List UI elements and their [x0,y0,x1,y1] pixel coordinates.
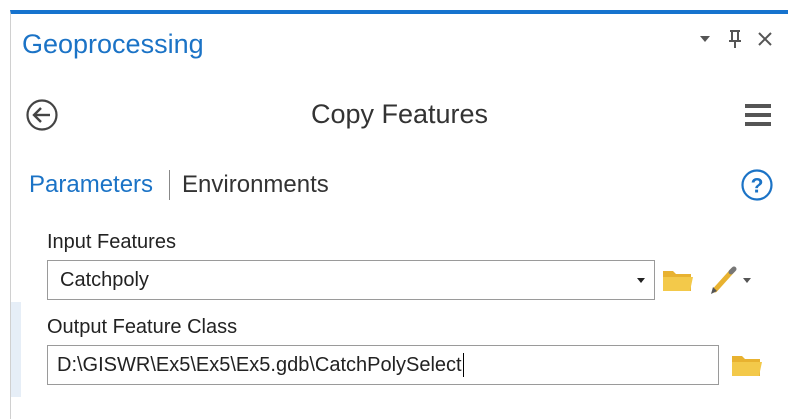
tab-parameters[interactable]: Parameters [29,171,153,199]
input-features-value: Catchpoly [60,268,149,291]
active-parameter-indicator [11,302,21,397]
text-caret [462,353,464,377]
hamburger-menu-icon[interactable] [744,102,772,128]
input-browse-folder-icon[interactable] [661,265,695,295]
dropdown-arrow-icon[interactable] [634,273,648,287]
input-features-label: Input Features [47,231,176,253]
edit-features-pencil-icon[interactable] [707,264,755,296]
tool-title: Copy Features [310,99,489,129]
caret-down-icon[interactable] [696,28,714,50]
tab-separator [169,170,171,200]
geoprocessing-pane: Geoprocessing Copy Features Parameters E… [10,10,788,419]
pane-controls [696,28,774,50]
input-features-combobox[interactable]: Catchpoly [47,260,655,300]
tab-environments[interactable]: Environments [182,171,329,199]
output-feature-class-input[interactable]: D:\GISWR\Ex5\Ex5\Ex5.gdb\CatchPolySelect [47,345,719,385]
pin-icon[interactable] [726,28,744,50]
output-feature-class-label: Output Feature Class [47,316,238,338]
help-icon[interactable]: ? [740,168,774,202]
close-icon[interactable] [756,28,774,50]
tab-bar: Parameters Environments [29,170,329,200]
output-feature-class-value: D:\GISWR\Ex5\Ex5\Ex5.gdb\CatchPolySelect [57,353,462,376]
pane-title: Geoprocessing [22,29,204,59]
output-browse-folder-icon[interactable] [730,350,764,380]
svg-text:?: ? [751,175,764,198]
